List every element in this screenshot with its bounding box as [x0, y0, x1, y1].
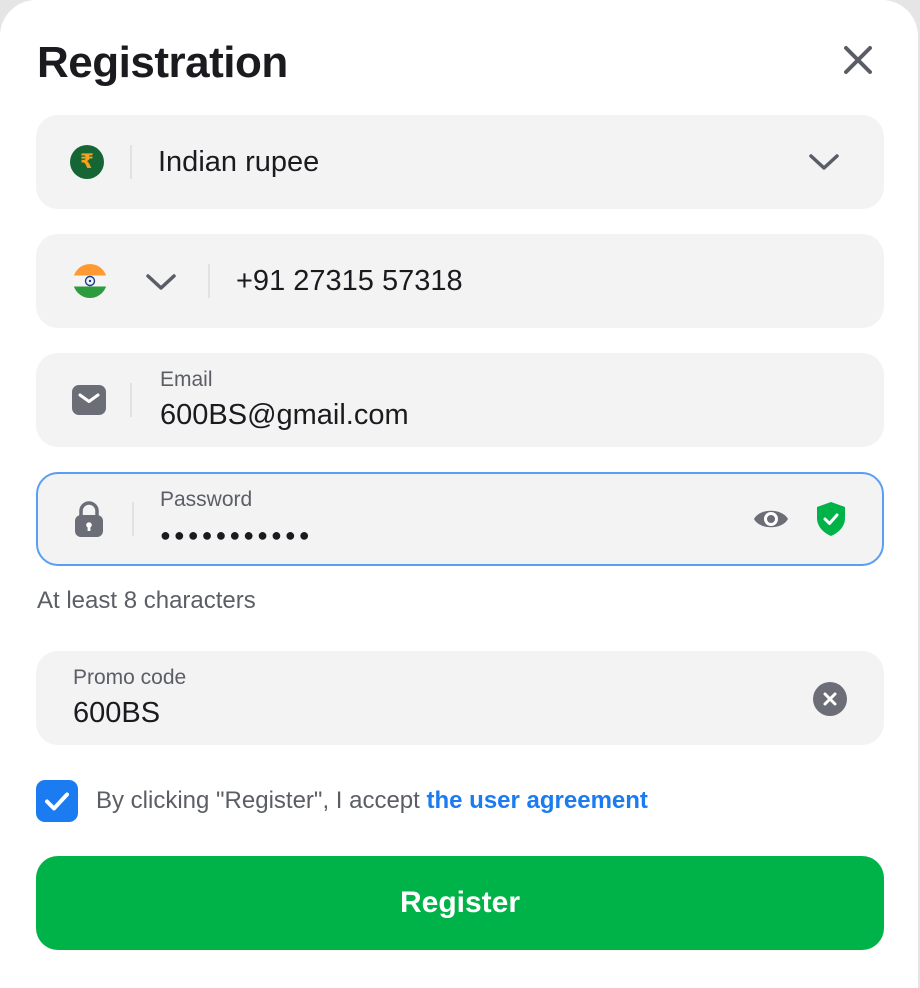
- password-label: Password: [160, 488, 253, 511]
- rupee-icon: ₹: [70, 145, 104, 179]
- promo-label: Promo code: [73, 666, 187, 689]
- close-icon: [844, 46, 872, 74]
- agreement-text: By clicking "Register", I accept the use…: [96, 785, 648, 817]
- promo-input[interactable]: 600BS: [73, 696, 160, 730]
- phone-input[interactable]: +91 27315 57318: [236, 264, 463, 298]
- envelope-icon: [72, 385, 106, 415]
- currency-value: Indian rupee: [158, 146, 320, 178]
- chevron-down-icon: [809, 154, 839, 170]
- email-input[interactable]: 600BS@gmail.com: [160, 398, 409, 432]
- phone-field: +91 27315 57318: [36, 234, 884, 328]
- agreement-checkbox[interactable]: [36, 780, 78, 822]
- eye-icon: [754, 510, 788, 528]
- registration-modal: Registration ₹ Indian rupee +91 27315 57…: [0, 0, 918, 988]
- field-divider: [130, 383, 132, 417]
- india-flag-icon: [73, 264, 107, 298]
- user-agreement-link[interactable]: the user agreement: [427, 787, 648, 814]
- page-title: Registration: [37, 38, 288, 87]
- show-password-button[interactable]: [752, 500, 790, 538]
- clear-icon: [813, 682, 847, 716]
- password-hint: At least 8 characters: [37, 587, 256, 614]
- promo-code-field[interactable]: Promo code 600BS: [36, 651, 884, 745]
- close-button[interactable]: [838, 40, 878, 80]
- field-divider: [208, 264, 210, 298]
- lock-icon: [75, 501, 103, 537]
- email-label: Email: [160, 368, 213, 391]
- country-code-select[interactable]: [66, 258, 186, 304]
- password-field[interactable]: Password ●●●●●●●●●●●: [36, 472, 884, 566]
- email-field[interactable]: Email 600BS@gmail.com: [36, 353, 884, 447]
- shield-check-icon: [817, 502, 845, 536]
- chevron-down-icon: [146, 274, 176, 290]
- currency-select[interactable]: ₹ Indian rupee: [36, 115, 884, 209]
- password-input[interactable]: ●●●●●●●●●●●: [160, 518, 313, 552]
- field-divider: [132, 502, 134, 536]
- agreement-prefix: By clicking "Register", I accept: [96, 787, 427, 814]
- clear-promo-button[interactable]: [812, 681, 848, 717]
- check-icon: [45, 792, 69, 811]
- field-divider: [130, 145, 132, 179]
- register-button[interactable]: Register: [36, 856, 884, 950]
